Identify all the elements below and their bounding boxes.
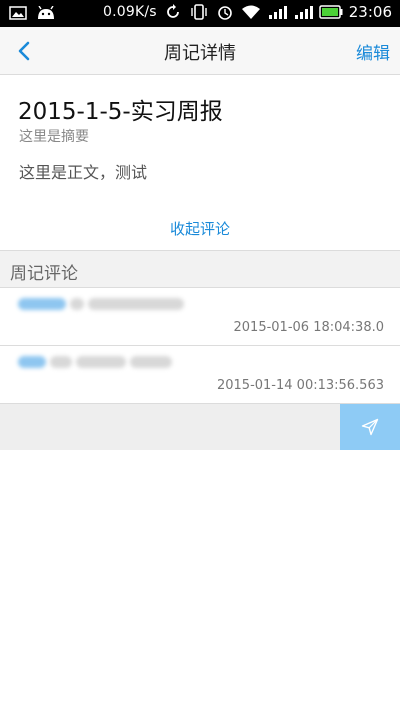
comment-timestamp: 2015-01-06 18:04:38.0 (233, 320, 384, 335)
edit-button[interactable]: 编辑 (356, 39, 390, 64)
wifi-icon (241, 3, 261, 21)
status-bar: 0.09K/s 23:06 (0, 0, 400, 27)
navigation-bar: 周记详情 编辑 (0, 27, 400, 75)
comment-content-redacted (18, 297, 184, 311)
comment-item: 2015-01-06 18:04:38.0 (0, 288, 400, 346)
collapse-comments-link[interactable]: 收起评论 (0, 218, 400, 239)
signal-icon (293, 3, 313, 21)
signal-icon (267, 3, 287, 21)
send-icon (361, 418, 379, 436)
android-icon (36, 4, 56, 22)
sync-icon (163, 3, 183, 21)
comments-header-label: 周记评论 (10, 264, 78, 284)
journal-title: 2015-1-5-实习周报 (18, 99, 223, 125)
comment-content-redacted (18, 355, 172, 369)
comment-input-bar (0, 404, 400, 450)
comments-section-header: 周记评论 (0, 250, 400, 288)
status-bar-left (8, 4, 56, 22)
journal-summary: 这里是摘要 (19, 129, 89, 145)
status-bar-right: 0.09K/s 23:06 (103, 3, 392, 21)
comment-item: 2015-01-14 00:13:56.563 (0, 346, 400, 404)
clock: 23:06 (348, 3, 392, 21)
journal-body: 这里是正文，测试 (19, 163, 148, 182)
page-title: 周记详情 (164, 43, 236, 64)
alarm-icon (215, 3, 235, 21)
send-button[interactable] (340, 404, 400, 450)
comment-input[interactable] (0, 404, 340, 450)
comment-timestamp: 2015-01-14 00:13:56.563 (216, 378, 384, 393)
image-icon (8, 4, 28, 22)
vibrate-icon (189, 3, 209, 21)
network-speed: 0.09K/s (103, 4, 157, 20)
battery-icon (319, 3, 343, 21)
